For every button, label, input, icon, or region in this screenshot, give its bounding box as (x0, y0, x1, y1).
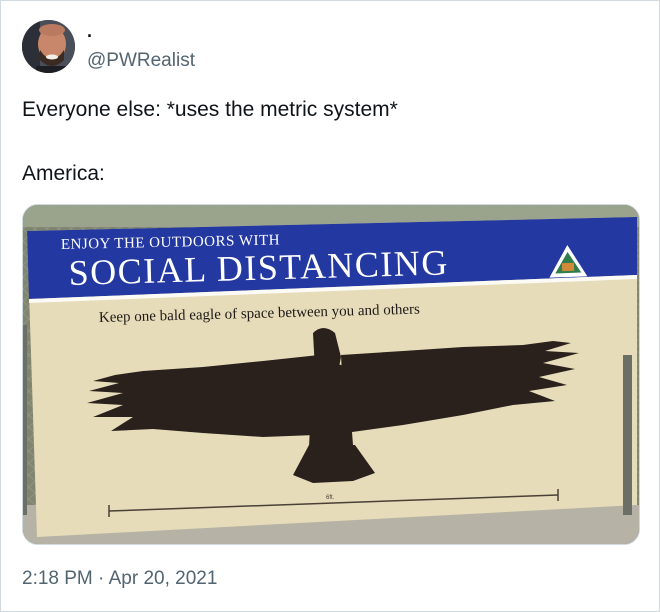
tweet-media-photo[interactable]: Enjoy the outdoors with Social Distancin… (22, 204, 640, 545)
tweet-card: . @PWRealist Everyone else: *uses the me… (0, 0, 660, 612)
avatar-photo (22, 20, 75, 73)
tweet-text-line-1: Everyone else: *uses the metric system* (22, 98, 398, 121)
sign-photo: Enjoy the outdoors with Social Distancin… (23, 205, 639, 544)
avatar[interactable] (22, 20, 75, 73)
user-handle[interactable]: @PWRealist (87, 50, 195, 72)
tweet-timestamp[interactable]: 2:18 PM · Apr 20, 2021 (22, 568, 217, 590)
measurement-label: 6ft. (326, 495, 335, 501)
display-name[interactable]: . (87, 21, 92, 41)
fence-post (623, 355, 632, 515)
tweet-text-line-2: America: (22, 162, 105, 185)
